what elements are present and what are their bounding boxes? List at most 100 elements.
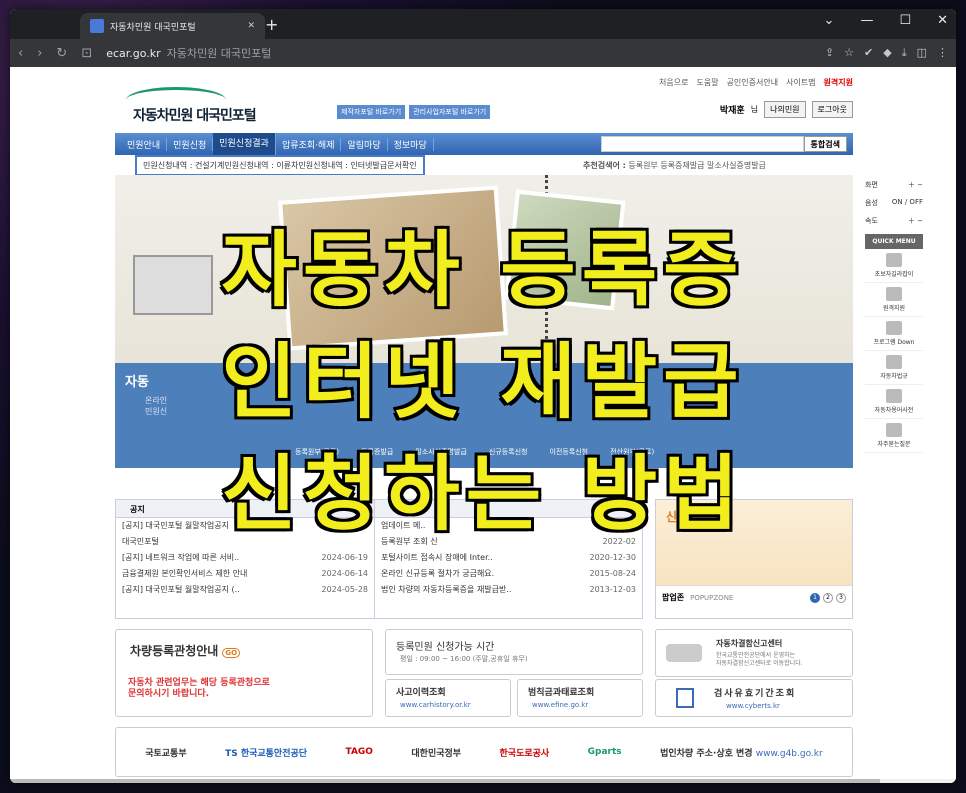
maker-portal-button[interactable]: 제작자포털 바로가기 xyxy=(337,105,406,119)
page-info-icon[interactable]: ⊡ xyxy=(81,46,92,61)
partner-corp-change[interactable]: 법인차량 주소·상호 변경 www.g4b.go.kr xyxy=(660,746,823,759)
speed-buttons[interactable]: ＋ − xyxy=(908,216,923,226)
maximize-button[interactable]: ☐ xyxy=(899,13,911,28)
list-item[interactable]: 포털사이트 접속시 장애에 Inter.. 2020-12-30 xyxy=(375,550,642,566)
sidebar-icon[interactable]: ◫ xyxy=(917,46,927,60)
search-box: 통합검색 xyxy=(600,136,847,152)
url-input[interactable]: ecar.go.kr 자동차민원 대국민포털 xyxy=(106,42,811,64)
menu-help[interactable]: 도움말 xyxy=(696,77,718,88)
menu-remote-support[interactable]: 원격지원 xyxy=(824,77,853,88)
site-logo[interactable]: 자동차민원 대국민포털 xyxy=(121,87,281,127)
list-item[interactable]: [공지] 대국민포털 월말작업공지 (.. 2024-05-28 xyxy=(116,582,374,598)
menu-cert[interactable]: 공인인증서안내 xyxy=(727,77,779,88)
partner-molit[interactable]: 국토교통부 xyxy=(145,746,186,759)
notice-header[interactable]: 공지 xyxy=(116,500,374,518)
back-icon[interactable]: ‹ xyxy=(18,46,23,61)
nav-apply[interactable]: 민원신청 xyxy=(167,137,214,151)
service-register-record[interactable]: 등록원부(무료) xyxy=(295,447,339,457)
partner-ex[interactable]: 한국도로공사 xyxy=(500,746,550,759)
search-button[interactable]: 통합검색 xyxy=(803,136,847,152)
list-item[interactable]: 등록원부 조회 신 2022-02 xyxy=(375,534,642,550)
tab-search-button[interactable]: ⌄ xyxy=(824,13,835,28)
partner-gparts[interactable]: Gparts xyxy=(588,747,622,757)
new-tab-button[interactable]: + xyxy=(265,15,278,34)
search-input[interactable] xyxy=(600,136,804,152)
service-register-cert[interactable]: 등록증발급 xyxy=(361,447,393,457)
download-icon[interactable]: ⤓ xyxy=(902,46,907,60)
list-item[interactable]: 법인 차량의 자동차등록증을 재발급받.. 2013-12-03 xyxy=(375,582,642,598)
web-page: 처음으로 도움말 공인인증서안내 사이트맵 원격지원 자동차민원 대국민포털 제… xyxy=(10,67,956,783)
list-item[interactable]: [공지] 대국민포털 월말작업공지 xyxy=(116,518,374,534)
user-name: 박재훈 xyxy=(719,106,745,116)
sound-toggle[interactable]: ON / OFF xyxy=(892,198,923,208)
popup-page-2[interactable]: 2 xyxy=(823,592,833,603)
popup-page-1[interactable]: 1 xyxy=(810,592,820,603)
fine-check-card[interactable]: 범칙금과태료조회 www.efine.go.kr xyxy=(517,679,643,717)
menu-dots-icon[interactable]: ⋮ xyxy=(937,46,948,60)
nav-info[interactable]: 정보마당 xyxy=(388,137,434,151)
popup-zone-label: POPUPZONE xyxy=(690,593,734,602)
nav-seizure[interactable]: 압류조회·해제 xyxy=(276,137,342,151)
quick-remote-support[interactable]: 원격지원 xyxy=(865,283,923,317)
registry-office-desc: 자동차 관련업무는 해당 등록관청으로 문의하시기 바랍니다. xyxy=(128,678,270,699)
recommend-terms[interactable]: 등록원부 등록증재발급 말소사실증명발급 xyxy=(628,161,766,170)
zoom-control: 화면 ＋ − xyxy=(865,180,923,190)
ecar-site: 처음으로 도움말 공인인증서안내 사이트맵 원격지원 자동차민원 대국민포털 제… xyxy=(115,67,853,783)
nav-results[interactable]: 민원신청결과 xyxy=(213,133,276,155)
service-e-record[interactable]: 전산원부(무료) xyxy=(610,447,654,457)
defect-report-title: 자동차결함신고센터 xyxy=(716,639,783,648)
menu-home[interactable]: 처음으로 xyxy=(659,77,688,88)
horizontal-scrollbar[interactable] xyxy=(10,779,956,783)
minimize-button[interactable]: — xyxy=(860,13,873,28)
service-new-register[interactable]: 신규등록신청 xyxy=(489,447,528,457)
url-page-title: 자동차민원 대국민포털 xyxy=(166,47,272,60)
tab-close-icon[interactable]: ✕ xyxy=(247,21,255,31)
quick-faq[interactable]: 자주묻는질문 xyxy=(865,419,923,453)
quick-program-down[interactable]: 프로그램 Down xyxy=(865,317,923,351)
quick-car-law[interactable]: 자동차법규 xyxy=(865,351,923,385)
popup-banner[interactable]: 신청 xyxy=(656,500,852,586)
partner-links: 국토교통부 TS 한국교통안전공단 TAGO 대한민국정부 한국도로공사 Gpa… xyxy=(115,727,853,777)
list-item[interactable]: 대국민포털 xyxy=(116,534,374,550)
reg-hours-title: 등록민원 신청가능 시간 xyxy=(396,642,495,653)
shield-icon[interactable]: ◆ xyxy=(883,46,891,60)
scrollbar-thumb[interactable] xyxy=(10,779,880,783)
extension-icon[interactable]: ✔ xyxy=(864,46,873,60)
sub-nav[interactable]: 민원신청내역 : 건설기계민원신청내역 : 이륜차민원신청내역 : 인터넷발급문… xyxy=(135,155,425,176)
nav-notice[interactable]: 알림마당 xyxy=(341,137,388,151)
defect-report-card[interactable]: 자동차결함신고센터 한국교통안전공단에서 운영하는 자동차결함신고센터로 이동합… xyxy=(655,629,853,677)
popup-page-3[interactable]: 3 xyxy=(836,592,846,603)
forward-icon[interactable]: › xyxy=(37,46,42,61)
menu-sitemap[interactable]: 사이트맵 xyxy=(786,77,815,88)
nav-guide[interactable]: 민원안내 xyxy=(121,137,168,151)
logout-button[interactable]: 로그아웃 xyxy=(811,101,853,118)
service-deregister-cert[interactable]: 말소사실증명발급 xyxy=(415,447,467,457)
quick-glossary[interactable]: 자동차용어사전 xyxy=(865,385,923,419)
business-portal-button[interactable]: 관리사업자포털 바로가기 xyxy=(409,105,491,119)
share-icon[interactable]: ⇪ xyxy=(825,46,834,60)
list-item[interactable]: 업데이트 메.. 2022-03 xyxy=(375,518,642,534)
browser-tab[interactable]: 자동차민원 대국민포털 ✕ xyxy=(80,13,265,39)
recommend-label: 추천검색어 : xyxy=(583,161,626,170)
window-controls: ⌄ — ☐ ✕ xyxy=(824,13,948,28)
list-item[interactable]: [공지] 네트워크 작업에 따른 서비.. 2024-06-19 xyxy=(116,550,374,566)
inspection-term-url: www.cyberts.kr xyxy=(726,702,780,710)
close-window-button[interactable]: ✕ xyxy=(937,13,948,28)
recommended-search: 추천검색어 : 등록원부 등록증재발급 말소사실증명발급 xyxy=(583,160,766,171)
list-item[interactable]: 온라인 신규등록 절차가 궁금해요. 2015-08-24 xyxy=(375,566,642,582)
my-requests-button[interactable]: 나의민원 xyxy=(764,101,806,118)
accident-history-card[interactable]: 사고이력조회 www.carhistory.or.kr xyxy=(385,679,511,717)
partner-gov[interactable]: 대한민국정부 xyxy=(411,746,461,759)
popup-footer: 팝업존 POPUPZONE 1 2 3 xyxy=(656,586,852,609)
reload-icon[interactable]: ↻ xyxy=(56,46,67,61)
zoom-buttons[interactable]: ＋ − xyxy=(908,180,923,190)
list-item[interactable]: 금융결제원 본인확인서비스 제한 안내 2024-06-14 xyxy=(116,566,374,582)
faq-header[interactable] xyxy=(375,500,642,518)
quick-beginner-guide[interactable]: 초보자길라잡이 xyxy=(865,249,923,283)
service-transfer[interactable]: 이전등록신청 xyxy=(549,447,588,457)
bookmark-star-icon[interactable]: ☆ xyxy=(844,46,854,60)
partner-tago[interactable]: TAGO xyxy=(346,747,373,757)
inspection-term-card[interactable]: 검사유효기간조회 www.cyberts.kr xyxy=(655,679,853,717)
partner-ts[interactable]: TS 한국교통안전공단 xyxy=(225,746,307,759)
registry-office-card[interactable]: 차량등록관청안내 GO 자동차 관련업무는 해당 등록관청으로 문의하시기 바랍니… xyxy=(115,629,373,717)
